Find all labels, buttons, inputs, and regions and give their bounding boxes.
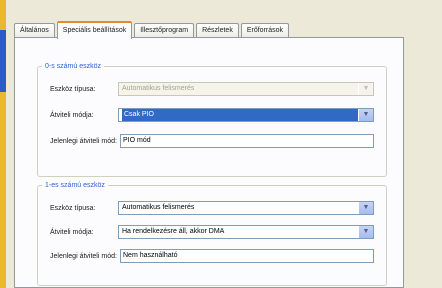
tab-advanced-settings[interactable]: Speciális beállítások	[56, 21, 133, 39]
device1-transfer-row: Átviteli módja: Ha rendelkezésre áll, ak…	[50, 225, 374, 239]
device1-group-title: 1-es számú eszköz	[45, 182, 105, 189]
tab-general[interactable]: Általános	[14, 23, 55, 38]
device0-transfer-label: Átviteli módja:	[50, 111, 94, 119]
device1-type-label: Eszköz típusa:	[50, 204, 96, 212]
chevron-down-icon: ▼	[358, 83, 373, 95]
device1-transfer-label: Átviteli módja:	[50, 228, 94, 236]
device0-current-row: Jelenlegi átviteli mód: PIO mód	[50, 134, 374, 148]
chevron-down-icon[interactable]: ▼	[358, 109, 373, 121]
chevron-down-icon[interactable]: ▼	[358, 226, 373, 238]
device1-type-row: Eszköz típusa: Automatikus felismerés ▼	[50, 201, 374, 215]
device0-type-row: Eszköz típusa: Automatikus felismerés ▼	[50, 82, 374, 96]
chevron-down-icon[interactable]: ▼	[358, 202, 373, 214]
device1-current-row: Jelenlegi átviteli mód: Nem használható	[50, 249, 374, 263]
device0-type-label: Eszköz típusa:	[50, 85, 96, 93]
device1-type-value: Automatikus felismerés	[122, 204, 195, 211]
device0-group-title: 0-s számú eszköz	[45, 63, 102, 70]
device0-group: 0-s számú eszköz Eszköz típusa: Automati…	[37, 63, 387, 177]
device0-type-value: Automatikus felismerés	[122, 85, 195, 92]
properties-dialog: Általános Speciális beállítások Illesztő…	[6, 0, 442, 288]
device0-transfer-row: Átviteli módja: Csak PIO ▼	[50, 108, 374, 122]
tab-panel: 0-s számú eszköz Eszköz típusa: Automati…	[14, 37, 404, 288]
device0-transfer-combo[interactable]: Csak PIO ▼	[118, 108, 374, 122]
device0-current-field: PIO mód	[120, 134, 374, 148]
device0-type-combo: Automatikus felismerés ▼	[118, 82, 374, 96]
device0-current-label: Jelenlegi átviteli mód:	[50, 137, 117, 145]
device1-transfer-value: Ha rendelkezésre áll, akkor DMA	[122, 228, 225, 235]
tab-bar: Általános Speciális beállítások Illesztő…	[14, 18, 291, 39]
device1-current-field: Nem használható	[120, 249, 374, 263]
device1-group: 1-es számú eszköz Eszköz típusa: Automat…	[37, 182, 387, 286]
device1-type-combo[interactable]: Automatikus felismerés ▼	[118, 201, 374, 215]
tab-resources[interactable]: Erőforrások	[240, 23, 290, 38]
tab-details[interactable]: Részletek	[196, 23, 239, 38]
device0-transfer-value: Csak PIO	[122, 109, 362, 121]
device1-current-label: Jelenlegi átviteli mód:	[50, 252, 117, 260]
tab-driver[interactable]: Illesztőprogram	[134, 23, 195, 38]
device1-transfer-combo[interactable]: Ha rendelkezésre áll, akkor DMA ▼	[118, 225, 374, 239]
